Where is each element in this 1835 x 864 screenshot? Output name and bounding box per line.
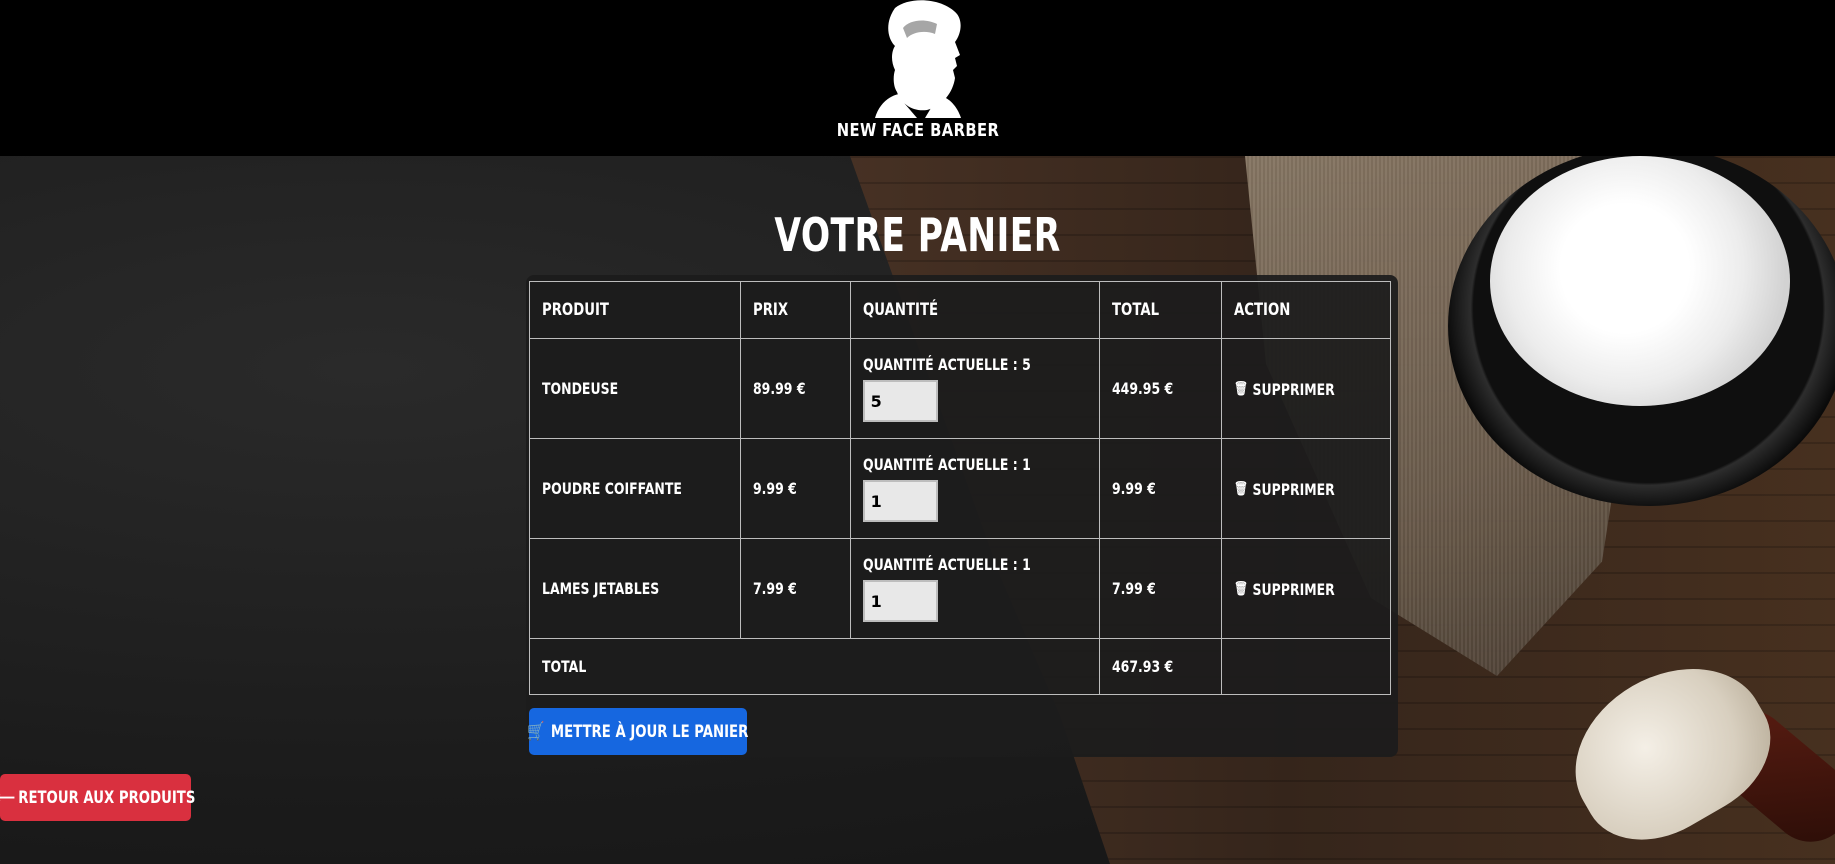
arrow-left-icon: ⟵ — [0, 788, 15, 808]
quantity-cell: QUANTITÉ ACTUELLE : 1 — [849, 538, 1101, 639]
column-header-product: PRODUIT — [529, 281, 741, 339]
cart-total-row: TOTAL 467.93 € — [528, 638, 1391, 695]
product-name: LAMES JETABLES — [529, 538, 741, 639]
brand-logo[interactable]: NEW FACE BARBER — [818, 0, 1018, 156]
brand-name: NEW FACE BARBER — [836, 120, 999, 141]
table-row: POUDRE COIFFANTE 9.99 € QUANTITÉ ACTUELL… — [529, 438, 1391, 539]
quantity-input[interactable] — [862, 380, 938, 422]
total-label: TOTAL — [528, 638, 1101, 695]
trash-icon: 🗑 — [1234, 581, 1249, 598]
quantity-cell: QUANTITÉ ACTUELLE : 5 — [849, 338, 1101, 439]
line-total: 449.95 € — [1099, 338, 1223, 439]
column-header-action: ACTION — [1221, 281, 1391, 339]
quantity-input[interactable] — [862, 480, 938, 522]
quantity-input[interactable] — [862, 580, 938, 622]
current-quantity-label: QUANTITÉ ACTUELLE : 1 — [862, 455, 1031, 474]
action-cell: 🗑 SUPPRIMER — [1221, 538, 1391, 639]
delete-button[interactable]: 🗑 SUPPRIMER — [1234, 380, 1335, 399]
current-quantity-label: QUANTITÉ ACTUELLE : 1 — [862, 555, 1031, 574]
table-row: LAMES JETABLES 7.99 € QUANTITÉ ACTUELLE … — [529, 538, 1391, 639]
product-name: TONDEUSE — [529, 338, 741, 439]
site-header: NEW FACE BARBER — [0, 0, 1835, 156]
column-header-price: PRIX — [739, 281, 851, 339]
column-header-quantity: QUANTITÉ — [849, 281, 1101, 339]
quantity-cell: QUANTITÉ ACTUELLE : 1 — [849, 438, 1101, 539]
product-price: 7.99 € — [739, 538, 851, 639]
line-total: 9.99 € — [1099, 438, 1223, 539]
action-cell: 🗑 SUPPRIMER — [1221, 438, 1391, 539]
product-price: 89.99 € — [739, 338, 851, 439]
product-price: 9.99 € — [739, 438, 851, 539]
current-quantity-label: QUANTITÉ ACTUELLE : 5 — [862, 355, 1031, 374]
update-cart-button[interactable]: 🛒 METTRE À JOUR LE PANIER — [527, 708, 749, 755]
table-header-row: PRODUIT PRIX QUANTITÉ TOTAL ACTION — [529, 281, 1391, 339]
trash-icon: 🗑 — [1234, 381, 1249, 398]
cart-table: PRODUIT PRIX QUANTITÉ TOTAL ACTION TONDE… — [528, 281, 1391, 695]
table-row: TONDEUSE 89.99 € QUANTITÉ ACTUELLE : 5 4… — [529, 338, 1391, 439]
empty-cell — [1221, 638, 1391, 695]
line-total: 7.99 € — [1099, 538, 1223, 639]
trash-icon: 🗑 — [1234, 481, 1249, 498]
delete-button[interactable]: 🗑 SUPPRIMER — [1234, 580, 1335, 599]
action-cell: 🗑 SUPPRIMER — [1221, 338, 1391, 439]
column-header-total: TOTAL — [1099, 281, 1223, 339]
page-title: VOTRE PANIER — [774, 208, 1061, 262]
cart-total-value: 467.93 € — [1099, 638, 1223, 695]
product-name: POUDRE COIFFANTE — [529, 438, 741, 539]
cart-icon: 🛒 — [527, 721, 545, 742]
barber-head-icon — [874, 0, 961, 118]
back-to-products-button[interactable]: ⟵ RETOUR AUX PRODUITS — [0, 774, 195, 821]
delete-button[interactable]: 🗑 SUPPRIMER — [1234, 480, 1335, 499]
